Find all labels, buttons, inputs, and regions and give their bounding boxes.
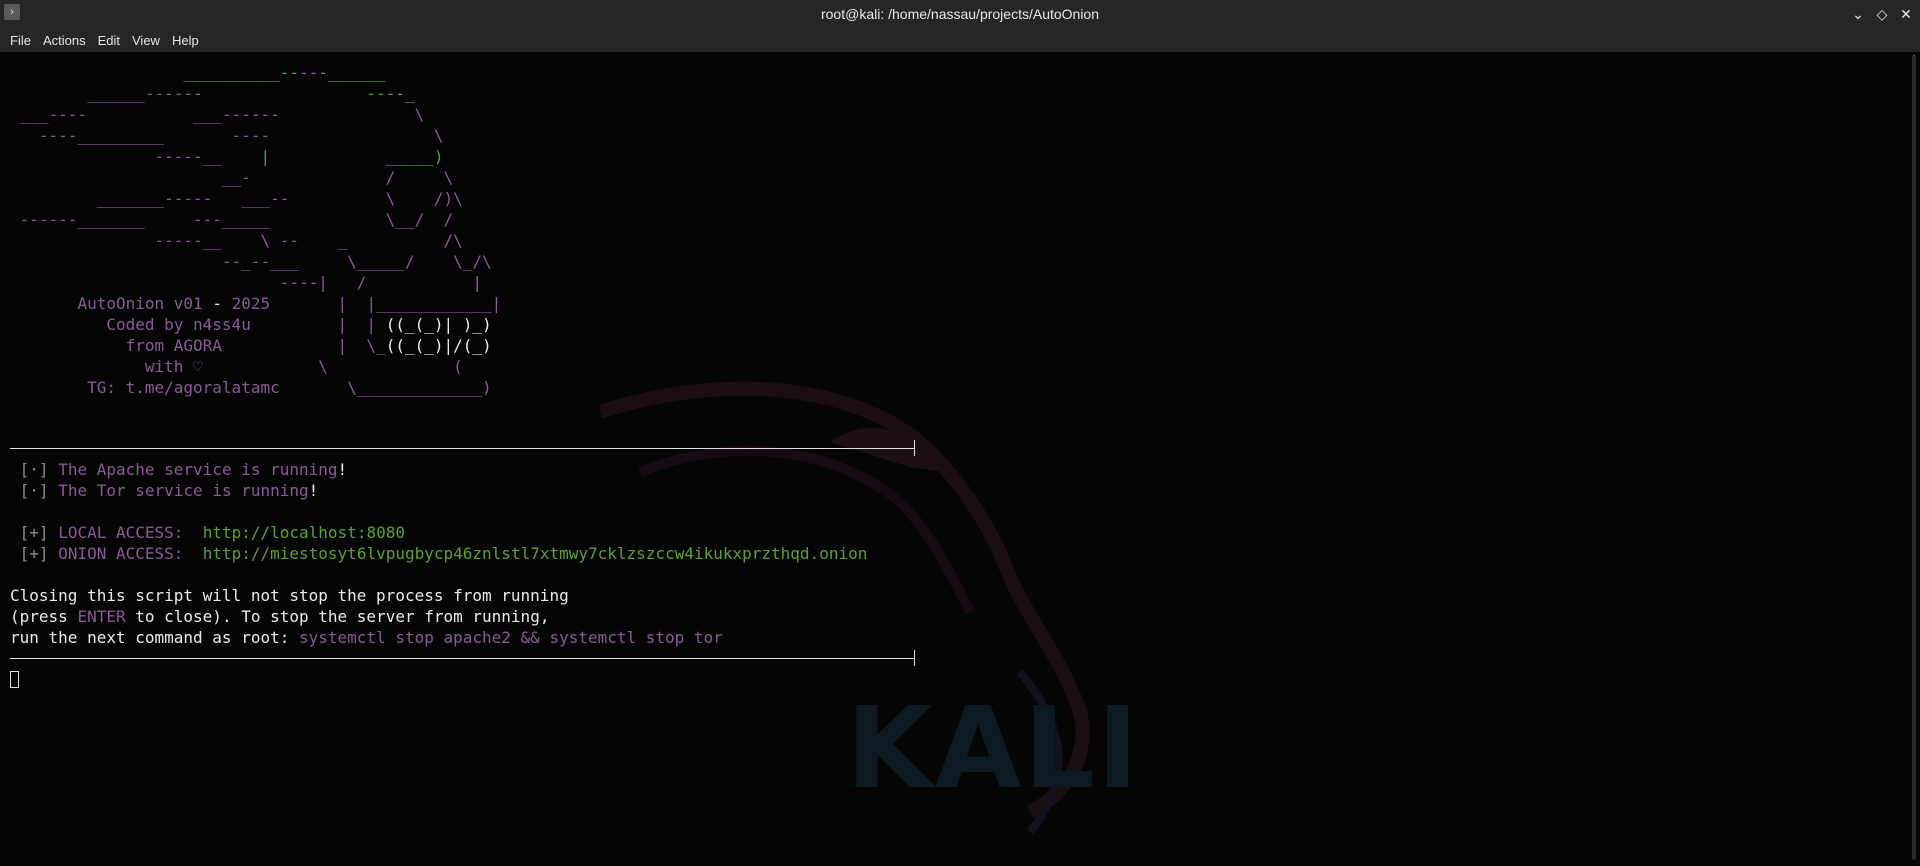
status-apache-text: The Apache service is running	[58, 460, 338, 479]
maximize-icon[interactable]: ◇	[1874, 6, 1890, 23]
access-bullet: [+]	[19, 544, 49, 563]
window-titlebar: › root@kali: /home/nassau/projects/AutoO…	[0, 0, 1920, 28]
menu-help[interactable]: Help	[172, 33, 199, 48]
window-title: root@kali: /home/nassau/projects/AutoOni…	[820, 6, 1100, 22]
divider-bottom	[10, 658, 915, 659]
local-access-label: LOCAL ACCESS:	[58, 523, 184, 542]
status-bullet: [·]	[19, 460, 49, 479]
notice-line-3-prefix: run the next command as root:	[10, 628, 299, 647]
terminal-cursor[interactable]	[10, 671, 19, 688]
status-tor: [·] The Tor service is running!	[10, 480, 319, 501]
notice-line-2-suffix: to close). To stop the server from runni…	[125, 607, 550, 626]
divider-top	[10, 448, 915, 449]
banner-dash: -	[212, 294, 222, 313]
menu-view[interactable]: View	[132, 33, 160, 48]
menubar: File Actions Edit View Help	[0, 28, 1920, 52]
onion-access-label: ONION ACCESS:	[58, 544, 184, 563]
status-tor-text: The Tor service is running	[58, 481, 309, 500]
banner-year: 2025	[231, 294, 271, 313]
menu-actions[interactable]: Actions	[43, 33, 86, 48]
close-icon[interactable]: ✕	[1898, 6, 1914, 23]
notice-enter-key: ENTER	[77, 607, 126, 626]
onion-access-url[interactable]: http://miestosyt6lvpugbycp46znlstl7xtmwy…	[203, 544, 868, 563]
divider-bottom-cap	[914, 650, 915, 666]
scroll-handle[interactable]	[1912, 56, 1916, 860]
local-access-line: [+] LOCAL ACCESS: http://localhost:8080	[10, 522, 405, 543]
kali-watermark-text: KALI	[846, 684, 1141, 814]
menu-file[interactable]: File	[10, 33, 31, 48]
status-tor-exclaim: !	[308, 481, 319, 500]
notice-command: systemctl stop apache2 && systemctl stop…	[298, 628, 723, 647]
notice-line-2: (press ENTER to close). To stop the serv…	[10, 606, 549, 627]
banner-coded-by: Coded by n4ss4u	[106, 315, 251, 334]
menu-edit[interactable]: Edit	[98, 33, 120, 48]
ascii-art-banner: __________-----______ ______------ ----_…	[19, 63, 502, 397]
notice-line-3: run the next command as root: systemctl …	[10, 627, 723, 648]
minimize-icon[interactable]: ⌄	[1850, 6, 1866, 23]
local-access-url[interactable]: http://localhost:8080	[203, 523, 405, 542]
banner-with: with ♡	[144, 357, 203, 376]
banner-from: from AGORA	[125, 336, 222, 355]
divider-top-cap	[914, 440, 915, 456]
banner-tg: TG: t.me/agoralatamc	[87, 378, 280, 397]
banner-name: AutoOnion v01	[77, 294, 203, 313]
status-bullet: [·]	[19, 481, 49, 500]
notice-line-1: Closing this script will not stop the pr…	[10, 586, 569, 605]
status-apache: [·] The Apache service is running!	[10, 459, 348, 480]
access-bullet: [+]	[19, 523, 49, 542]
window-controls: ⌄ ◇ ✕	[1850, 0, 1914, 28]
scrollbar[interactable]: ▲	[1908, 52, 1920, 866]
onion-access-line: [+] ONION ACCESS: http://miestosyt6lvpug…	[10, 543, 868, 564]
notice-line-2-prefix: (press	[10, 607, 78, 626]
status-apache-exclaim: !	[337, 460, 348, 479]
